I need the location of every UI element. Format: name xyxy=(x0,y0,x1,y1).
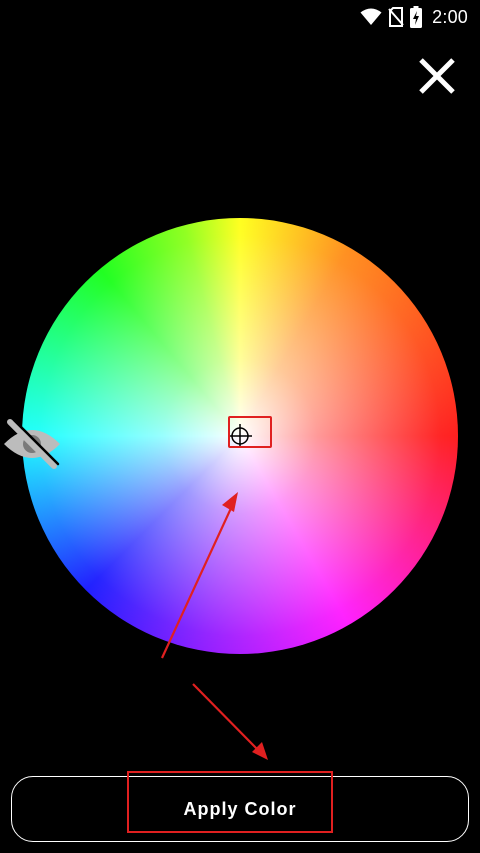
status-icons: 2:00 xyxy=(360,5,468,29)
color-wheel-container xyxy=(22,218,458,654)
status-clock: 2:00 xyxy=(432,6,468,27)
battery-charging-icon xyxy=(410,6,423,28)
visibility-toggle-button[interactable] xyxy=(2,418,62,470)
wifi-icon xyxy=(360,8,382,26)
apply-color-button[interactable]: Apply Color xyxy=(11,776,469,842)
no-sim-icon xyxy=(388,7,404,27)
arrow-to-apply-button xyxy=(192,683,268,760)
crosshair-icon xyxy=(228,424,252,448)
status-bar: 2:00 xyxy=(0,0,480,34)
color-selector-handle[interactable] xyxy=(228,424,252,448)
close-icon xyxy=(419,58,455,94)
apply-color-label: Apply Color xyxy=(183,798,297,819)
eye-off-icon xyxy=(4,418,60,469)
close-button[interactable] xyxy=(413,52,461,100)
